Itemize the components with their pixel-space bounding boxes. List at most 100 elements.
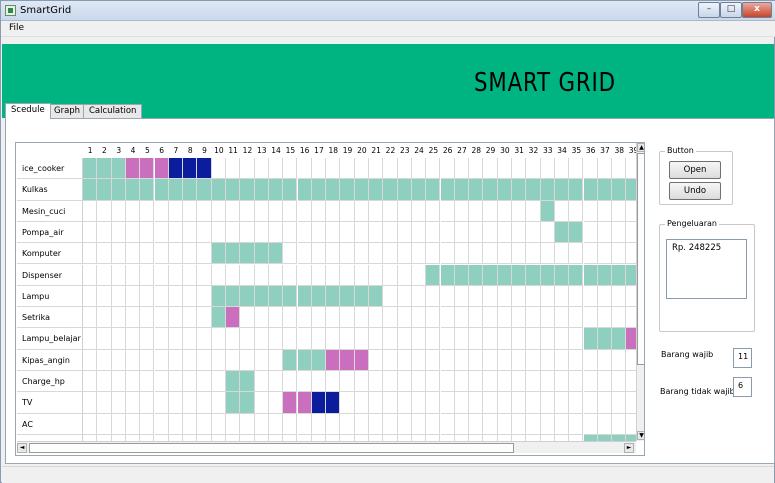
- schedule-cell[interactable]: [97, 221, 112, 244]
- schedule-cell[interactable]: [583, 200, 598, 222]
- schedule-cell[interactable]: [626, 158, 636, 180]
- schedule-cell[interactable]: [626, 414, 636, 435]
- schedule-cell[interactable]: [354, 200, 369, 222]
- open-button[interactable]: Open: [669, 161, 721, 179]
- schedule-cell[interactable]: [168, 413, 184, 435]
- schedule-cell[interactable]: [140, 307, 155, 329]
- schedule-cell[interactable]: [583, 392, 598, 414]
- schedule-cell[interactable]: [354, 243, 369, 265]
- schedule-cell[interactable]: [354, 392, 369, 414]
- schedule-cell[interactable]: [140, 264, 155, 286]
- schedule-cell[interactable]: [97, 264, 112, 286]
- schedule-cell[interactable]: [83, 179, 98, 201]
- schedule-cell[interactable]: [254, 413, 269, 435]
- schedule-cell[interactable]: [240, 200, 255, 222]
- schedule-cell[interactable]: [326, 307, 341, 329]
- schedule-cell[interactable]: [326, 413, 341, 435]
- schedule-cell[interactable]: [454, 307, 470, 329]
- schedule-cell[interactable]: [125, 179, 141, 201]
- scroll-left-icon[interactable]: ◄: [17, 443, 27, 453]
- schedule-cell[interactable]: [583, 371, 598, 393]
- schedule-cell[interactable]: [111, 200, 126, 222]
- schedule-cell[interactable]: [297, 307, 312, 329]
- schedule-cell[interactable]: [526, 371, 541, 393]
- schedule-cell[interactable]: [554, 264, 570, 286]
- schedule-cell[interactable]: [340, 328, 355, 350]
- schedule-cell[interactable]: [440, 413, 455, 435]
- schedule-cell[interactable]: [440, 307, 455, 329]
- schedule-cell[interactable]: [583, 349, 598, 371]
- schedule-cell[interactable]: [168, 328, 184, 350]
- schedule-cell[interactable]: [111, 243, 126, 265]
- schedule-cell[interactable]: [626, 264, 636, 286]
- schedule-cell[interactable]: [354, 158, 369, 180]
- schedule-cell[interactable]: [426, 158, 441, 180]
- schedule-cell[interactable]: [383, 307, 398, 329]
- schedule-cell[interactable]: [183, 179, 198, 201]
- schedule-cell[interactable]: [311, 392, 327, 414]
- schedule-cell[interactable]: [354, 179, 369, 201]
- horizontal-scrollbar[interactable]: ◄ ►: [17, 441, 636, 453]
- schedule-cell[interactable]: [254, 264, 269, 286]
- schedule-cell[interactable]: [111, 221, 126, 244]
- schedule-cell[interactable]: [83, 413, 98, 435]
- schedule-cell[interactable]: [154, 392, 169, 414]
- schedule-cell[interactable]: [97, 179, 112, 201]
- schedule-cell[interactable]: [197, 413, 212, 435]
- schedule-cell[interactable]: [254, 243, 269, 265]
- schedule-cell[interactable]: [83, 307, 98, 329]
- schedule-cell[interactable]: [597, 200, 613, 222]
- schedule-cell[interactable]: [311, 307, 327, 329]
- schedule-cell[interactable]: [226, 264, 241, 286]
- schedule-cell[interactable]: [554, 413, 570, 435]
- schedule-cell[interactable]: [440, 158, 455, 180]
- schedule-cell[interactable]: [326, 285, 341, 308]
- schedule-cell[interactable]: [340, 243, 355, 265]
- schedule-cell[interactable]: [454, 243, 470, 265]
- schedule-cell[interactable]: [140, 200, 155, 222]
- schedule-cell[interactable]: [154, 328, 169, 350]
- schedule-cell[interactable]: [268, 285, 284, 308]
- schedule-cell[interactable]: [183, 221, 198, 244]
- schedule-cell[interactable]: [183, 200, 198, 222]
- schedule-cell[interactable]: [383, 200, 398, 222]
- tab-calculation[interactable]: Calculation: [83, 104, 143, 119]
- schedule-cell[interactable]: [154, 307, 169, 329]
- maximize-button[interactable]: □: [720, 2, 742, 18]
- schedule-cell[interactable]: [526, 221, 541, 244]
- schedule-cell[interactable]: [326, 392, 341, 414]
- schedule-cell[interactable]: [283, 413, 298, 435]
- schedule-cell[interactable]: [540, 392, 555, 414]
- schedule-cell[interactable]: [512, 413, 527, 435]
- schedule-cell[interactable]: [597, 349, 613, 371]
- schedule-cell[interactable]: [111, 158, 126, 180]
- schedule-cell[interactable]: [411, 158, 427, 180]
- schedule-cell[interactable]: [626, 307, 636, 329]
- schedule-cell[interactable]: [411, 328, 427, 350]
- schedule-cell[interactable]: [140, 285, 155, 308]
- close-button[interactable]: x: [742, 2, 772, 18]
- schedule-cell[interactable]: [497, 221, 512, 244]
- schedule-cell[interactable]: [226, 200, 241, 222]
- schedule-cell[interactable]: [454, 264, 470, 286]
- schedule-cell[interactable]: [469, 285, 484, 308]
- schedule-cell[interactable]: [83, 200, 98, 222]
- schedule-cell[interactable]: [483, 371, 498, 393]
- schedule-cell[interactable]: [211, 158, 226, 180]
- schedule-cell[interactable]: [268, 371, 284, 393]
- schedule-cell[interactable]: [483, 349, 498, 371]
- schedule-cell[interactable]: [183, 264, 198, 286]
- schedule-cell[interactable]: [569, 328, 584, 350]
- schedule-cell[interactable]: [240, 158, 255, 180]
- schedule-cell[interactable]: [340, 413, 355, 435]
- schedule-cell[interactable]: [497, 264, 512, 286]
- schedule-cell[interactable]: [597, 179, 613, 201]
- schedule-cell[interactable]: [554, 349, 570, 371]
- schedule-cell[interactable]: [383, 264, 398, 286]
- schedule-cell[interactable]: [168, 392, 184, 414]
- schedule-cell[interactable]: [326, 328, 341, 350]
- schedule-cell[interactable]: [426, 285, 441, 308]
- schedule-cell[interactable]: [111, 285, 126, 308]
- schedule-cell[interactable]: [83, 328, 98, 350]
- schedule-cell[interactable]: [183, 307, 198, 329]
